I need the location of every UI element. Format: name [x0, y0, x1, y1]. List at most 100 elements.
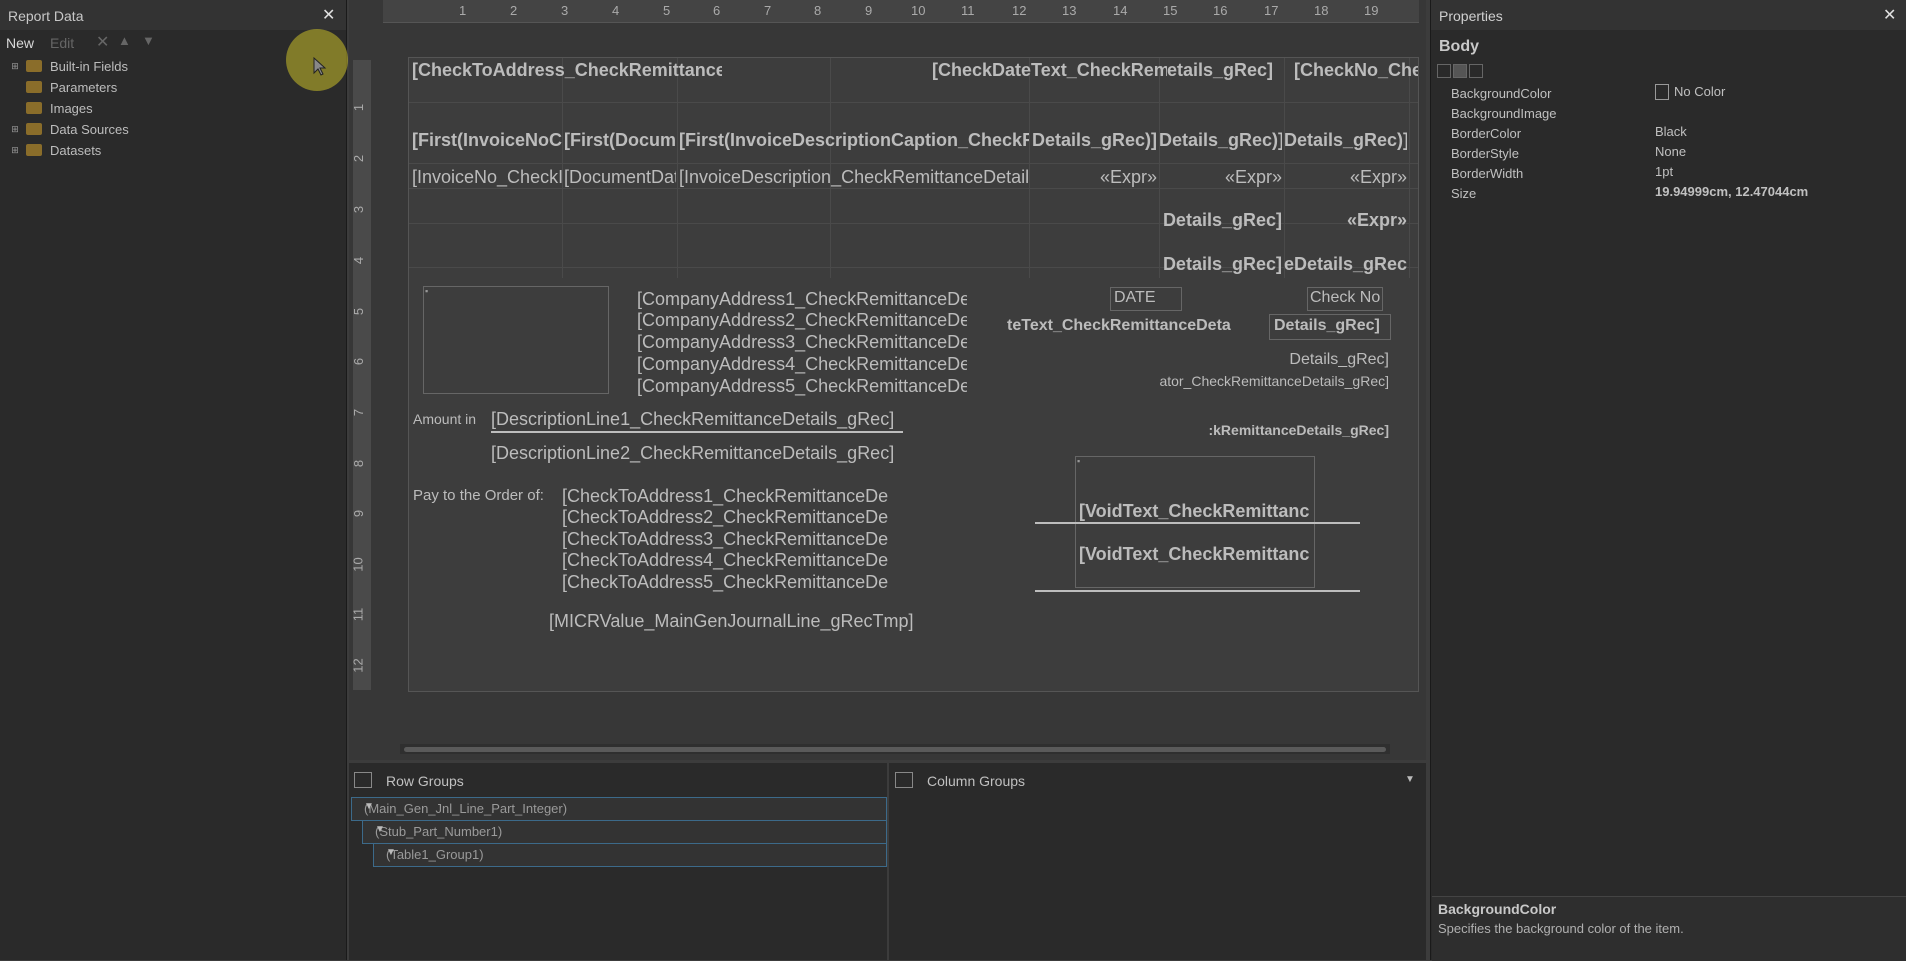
- document-date-field[interactable]: [DocumentDat: [564, 167, 676, 188]
- tree-item-data-sources[interactable]: ⊞ Data Sources: [10, 119, 129, 139]
- new-button[interactable]: New: [6, 35, 34, 51]
- row-group-item[interactable]: (Stub_Part_Number1) ▼: [362, 820, 887, 844]
- properties-titlebar: Properties ✕: [1431, 0, 1906, 30]
- property-description: BackgroundColor Specifies the background…: [1432, 896, 1906, 961]
- check-to-address-field[interactable]: [CheckToAddress_CheckRemittance: [412, 60, 722, 81]
- folder-icon: [26, 60, 42, 72]
- micr-value-field[interactable]: [MICRValue_MainGenJournalLine_gRecTmp]: [549, 611, 999, 632]
- row-group-item[interactable]: (Main_Gen_Jnl_Line_Part_Integer) ▼: [351, 797, 887, 821]
- company-address-1[interactable]: [CompanyAddress1_CheckRemittanceDe: [637, 289, 967, 310]
- property-name: BorderWidth: [1451, 166, 1524, 181]
- scrollbar-thumb[interactable]: [404, 747, 1386, 752]
- total-caption-field[interactable]: Details_gRec]: [1159, 210, 1282, 231]
- company-address-5[interactable]: [CompanyAddress5_CheckRemittanceDe: [637, 376, 967, 397]
- check-no-field[interactable]: [CheckNo_Che: [1294, 60, 1418, 81]
- horizontal-ruler: 1 2 3 4 5 6 7 8 9 10 11 12 13 14 15 16 1…: [383, 0, 1419, 23]
- invoice-no-field[interactable]: [InvoiceNo_CheckI: [412, 167, 562, 188]
- tree-item-images[interactable]: Images: [10, 98, 93, 118]
- tree-item-label: Datasets: [50, 142, 102, 158]
- invoice-description-caption-field[interactable]: [First(InvoiceDescriptionCaption_CheckR: [679, 130, 1029, 151]
- remittance-details-field[interactable]: :kRemittanceDetails_gRec]: [1189, 422, 1389, 438]
- move-up-icon[interactable]: ▲: [118, 33, 131, 48]
- check-date-text-field[interactable]: teText_CheckRemittanceDeta: [1007, 317, 1277, 335]
- property-name: BackgroundImage: [1451, 106, 1557, 121]
- property-value[interactable]: 19.94999cm, 12.47044cm: [1655, 184, 1808, 199]
- description-line-2[interactable]: [DescriptionLine2_CheckRemittanceDetails…: [491, 443, 901, 464]
- property-value[interactable]: None: [1655, 144, 1686, 159]
- color-swatch[interactable]: [1655, 84, 1669, 100]
- expand-icon[interactable]: ⊞: [10, 124, 20, 135]
- tree-item-label: Parameters: [50, 79, 118, 95]
- report-data-title: Report Data: [8, 8, 84, 24]
- properties-panel: Properties ✕ Body BackgroundColor No Col…: [1430, 0, 1906, 960]
- details-field[interactable]: Details_gRec]: [1259, 351, 1389, 369]
- categorized-icon[interactable]: [1437, 64, 1451, 78]
- company-logo-image[interactable]: ▪: [423, 286, 609, 394]
- property-value[interactable]: Black: [1655, 124, 1687, 139]
- date-label: DATE: [1114, 289, 1156, 306]
- expand-icon[interactable]: ⊞: [10, 145, 20, 156]
- document-caption-field[interactable]: [First(Docum: [564, 130, 676, 151]
- property-name: BorderColor: [1451, 126, 1522, 141]
- company-address-3[interactable]: [CompanyAddress3_CheckRemittanceDe: [637, 332, 967, 353]
- property-name: Size: [1451, 186, 1477, 201]
- check-to-address-1[interactable]: [CheckToAddress1_CheckRemittanceDe: [562, 486, 892, 507]
- property-value[interactable]: No Color: [1674, 84, 1725, 99]
- move-down-icon[interactable]: ▼: [142, 33, 155, 48]
- property-value[interactable]: 1pt: [1655, 164, 1673, 179]
- tree-item-datasets[interactable]: ⊞ Datasets: [10, 140, 101, 160]
- signature-line-2: [1035, 590, 1360, 592]
- folder-icon: [26, 144, 42, 156]
- description-title: BackgroundColor: [1438, 901, 1557, 917]
- dropdown-icon[interactable]: ▼: [364, 801, 880, 812]
- invoice-no-caption-field[interactable]: [First(InvoiceNoC: [412, 130, 562, 151]
- details-field[interactable]: eDetails_gRec]: [1284, 254, 1407, 275]
- void-text-1[interactable]: [VoidText_CheckRemittanc: [1079, 501, 1311, 522]
- tree-item-label: Built-in Fields: [50, 58, 129, 74]
- report-body[interactable]: [CheckToAddress_CheckRemittance [CheckDa…: [408, 57, 1419, 692]
- dropdown-icon[interactable]: ▼: [386, 847, 880, 858]
- check-date-text-field[interactable]: [CheckDateText_CheckRemit: [932, 60, 1167, 81]
- column-groups-pane: Column Groups ▼: [890, 763, 1426, 960]
- invoice-description-field[interactable]: [InvoiceDescription_CheckRemittanceDetai…: [679, 167, 1029, 188]
- check-date-details-field[interactable]: etails_gRec]: [1167, 60, 1292, 81]
- total-expr-field[interactable]: «Expr»: [1284, 210, 1407, 231]
- delete-icon[interactable]: ✕: [96, 32, 109, 52]
- amount-caption-field[interactable]: Details_gRec)]: [1029, 130, 1157, 151]
- property-name: BackgroundColor: [1451, 86, 1552, 101]
- dropdown-icon[interactable]: ▼: [375, 824, 880, 835]
- grouping-pane: Row Groups (Main_Gen_Jnl_Line_Part_Integ…: [349, 763, 1426, 960]
- check-no-label: Check No: [1310, 289, 1381, 306]
- net-amount-caption-field[interactable]: Details_gRec)]: [1284, 130, 1407, 151]
- close-icon[interactable]: ✕: [322, 5, 335, 25]
- check-to-address-5[interactable]: [CheckToAddress5_CheckRemittanceDe: [562, 572, 892, 593]
- close-icon[interactable]: ✕: [1883, 5, 1896, 25]
- property-name: BorderStyle: [1451, 146, 1519, 161]
- check-to-address-4[interactable]: [CheckToAddress4_CheckRemittanceDe: [562, 550, 892, 571]
- discount-caption-field[interactable]: Details_gRec)]: [1159, 130, 1282, 151]
- row-group-item[interactable]: (Table1_Group1) ▼: [373, 843, 887, 867]
- check-to-address-2[interactable]: [CheckToAddress2_CheckRemittanceDe: [562, 507, 892, 528]
- table-icon: [354, 772, 372, 788]
- company-address-2[interactable]: [CompanyAddress2_CheckRemittanceDe: [637, 310, 967, 331]
- description-line-1[interactable]: [DescriptionLine1_CheckRemittanceDetails…: [491, 409, 901, 430]
- amount-in-label: Amount in: [413, 411, 477, 427]
- folder-icon: [26, 102, 42, 114]
- chevron-down-icon[interactable]: ▼: [1405, 774, 1415, 785]
- expr-field[interactable]: «Expr»: [1029, 167, 1157, 188]
- ator-field[interactable]: ator_CheckRemittanceDetails_gRec]: [1144, 373, 1389, 389]
- details-field[interactable]: Details_gRec]: [1159, 254, 1282, 275]
- check-to-address-3[interactable]: [CheckToAddress3_CheckRemittanceDe: [562, 529, 892, 550]
- tree-item-built-in-fields[interactable]: ⊞ Built-in Fields: [10, 56, 128, 76]
- description-text: Specifies the background color of the it…: [1438, 921, 1684, 936]
- void-text-2[interactable]: [VoidText_CheckRemittanc: [1079, 544, 1311, 565]
- tree-item-parameters[interactable]: Parameters: [10, 77, 117, 97]
- expr-field[interactable]: «Expr»: [1159, 167, 1282, 188]
- expand-icon[interactable]: ⊞: [10, 61, 20, 72]
- edit-button[interactable]: Edit: [50, 35, 74, 51]
- expr-field[interactable]: «Expr»: [1284, 167, 1407, 188]
- company-address-4[interactable]: [CompanyAddress4_CheckRemittanceDe: [637, 354, 967, 375]
- check-no-value-field[interactable]: Details_gRec]: [1274, 317, 1389, 335]
- property-pages-icon[interactable]: [1469, 64, 1483, 78]
- alphabetical-icon[interactable]: [1453, 64, 1467, 78]
